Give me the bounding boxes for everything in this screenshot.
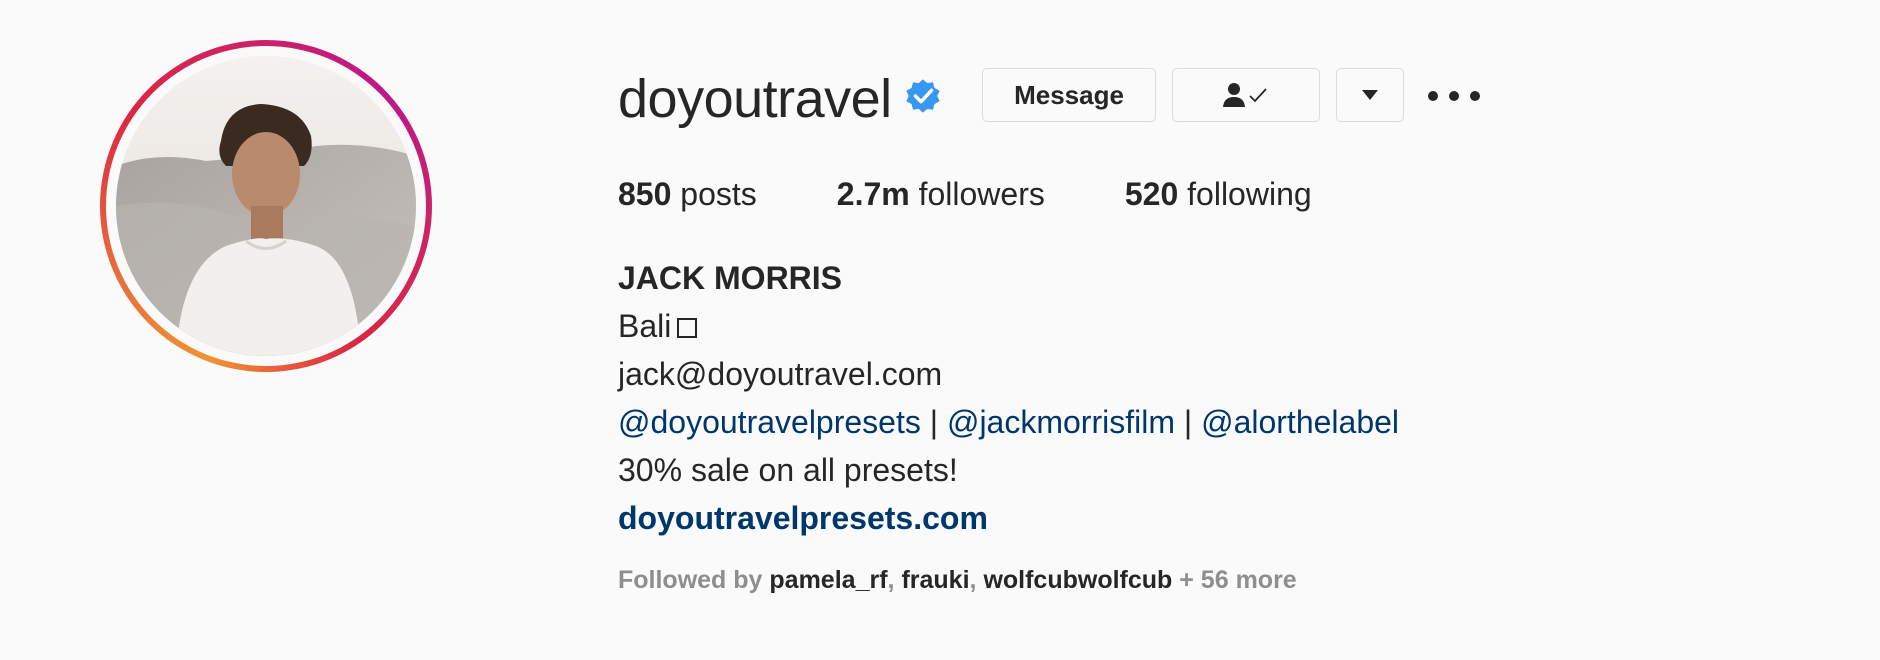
followers-count: 2.7m <box>836 176 910 212</box>
posts-stat: 850 posts <box>618 172 757 216</box>
message-button[interactable]: Message <box>982 68 1156 122</box>
caret-down-icon <box>1362 90 1378 100</box>
following-button[interactable] <box>1172 68 1320 122</box>
follower-name[interactable]: pamela_rf <box>769 566 887 594</box>
follower-name[interactable]: frauki <box>901 566 969 594</box>
more-options-icon[interactable] <box>1428 84 1480 108</box>
mention-link[interactable]: @jackmorrisfilm <box>947 404 1175 440</box>
separator: | <box>1183 404 1193 440</box>
posts-label: posts <box>680 176 757 212</box>
following-stat[interactable]: 520 following <box>1125 172 1312 216</box>
avatar-photo-image <box>116 56 416 356</box>
followed-by[interactable]: Followed by pamela_rf, frauki, wolfcubwo… <box>618 562 1297 598</box>
profile-stats: 850 posts 2.7m followers 520 following <box>618 172 1392 216</box>
mention-link[interactable]: @alorthelabel <box>1201 404 1399 440</box>
follower-name[interactable]: wolfcubwolfcub <box>983 566 1172 594</box>
verified-badge-icon <box>906 79 940 113</box>
following-label: following <box>1187 176 1312 212</box>
dot <box>1470 91 1480 101</box>
bio-location: Bali <box>618 302 1399 350</box>
followed-by-more: + 56 more <box>1179 566 1297 594</box>
followers-stat[interactable]: 2.7m followers <box>837 172 1045 216</box>
dot <box>1449 91 1459 101</box>
comma: , <box>969 566 977 594</box>
location-text: Bali <box>618 308 672 344</box>
avatar-gap <box>106 46 426 366</box>
bio-email: jack@doyoutravel.com <box>618 356 943 392</box>
suggestions-dropdown-button[interactable] <box>1336 68 1404 122</box>
website-link[interactable]: doyoutravelpresets.com <box>618 500 988 536</box>
posts-count: 850 <box>618 176 672 212</box>
followed-by-prefix: Followed by <box>618 566 763 594</box>
separator: | <box>929 404 939 440</box>
missing-glyph-icon <box>677 318 698 338</box>
profile-bio: JACK MORRIS Bali jack@doyoutravel.com @d… <box>618 254 1399 542</box>
person-check-icon <box>1223 83 1267 107</box>
following-count: 520 <box>1124 176 1179 212</box>
story-ring[interactable] <box>100 40 432 372</box>
comma: , <box>887 566 895 594</box>
bio-mentions: @doyoutravelpresets | @jackmorrisfilm | … <box>618 398 1399 446</box>
dot <box>1428 91 1438 101</box>
full-name: JACK MORRIS <box>618 260 843 296</box>
profile-username: doyoutravel <box>618 69 892 129</box>
bio-promo: 30% sale on all presets! <box>618 452 958 488</box>
followers-label: followers <box>918 176 1045 212</box>
mention-link[interactable]: @doyoutravelpresets <box>618 404 921 440</box>
avatar[interactable] <box>116 56 416 356</box>
bio-website: doyoutravelpresets.com <box>618 494 1399 542</box>
